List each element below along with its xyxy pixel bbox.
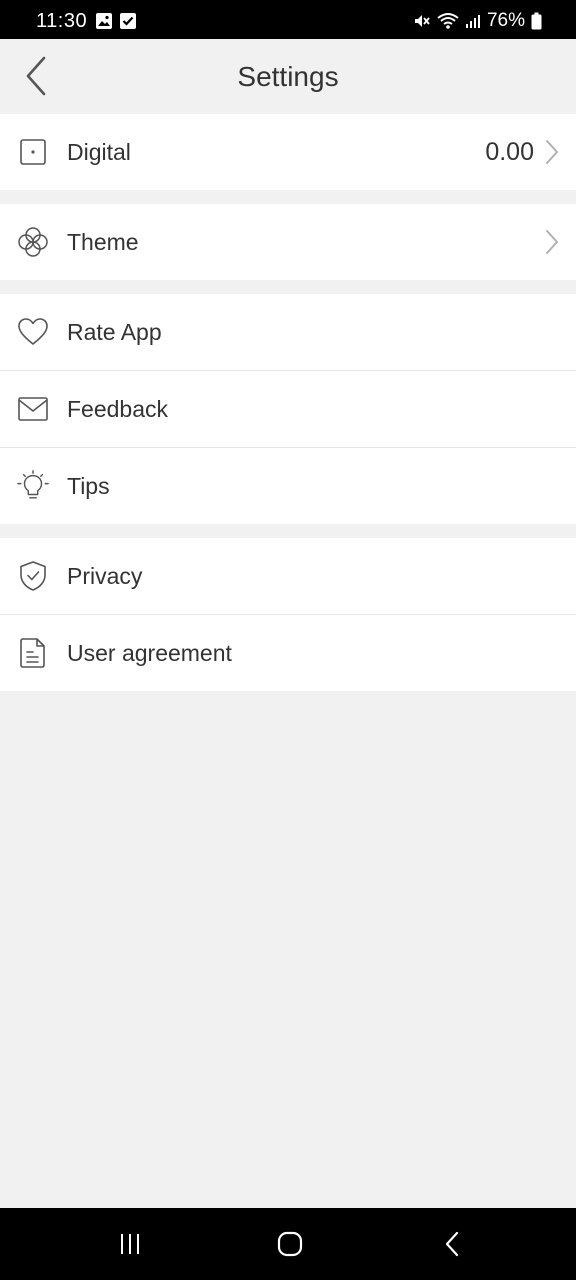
recent-apps-button[interactable] — [110, 1228, 150, 1260]
settings-row-label: Theme — [67, 228, 139, 255]
settings-group-support: Rate App Feedback Tips — [0, 294, 576, 524]
header: Settings — [0, 39, 576, 114]
settings-row-feedback[interactable]: Feedback — [0, 370, 576, 447]
mute-icon — [414, 15, 430, 27]
status-bar: 11:30 76% — [0, 0, 576, 39]
settings-row-tips[interactable]: Tips — [0, 447, 576, 524]
status-time: 11:30 — [36, 10, 88, 32]
battery-percent: 76% — [486, 10, 525, 31]
settings-row-label: Feedback — [67, 395, 169, 422]
lightbulb-icon — [16, 469, 50, 503]
settings-row-label: Tips — [67, 472, 110, 499]
settings-row-label: User agreement — [67, 639, 232, 666]
wifi-icon — [437, 13, 459, 29]
home-button[interactable] — [270, 1228, 310, 1260]
signal-icon — [465, 15, 480, 28]
system-navigation-bar — [0, 1208, 576, 1280]
page-title: Settings — [237, 61, 339, 92]
back-arrow-icon — [445, 1231, 459, 1257]
settings-group-theme: Theme — [0, 204, 576, 280]
settings-row-label: Rate App — [67, 318, 162, 345]
document-icon — [16, 636, 50, 670]
status-notification-icons — [95, 12, 137, 30]
shield-check-icon — [16, 559, 50, 593]
settings-row-privacy[interactable]: Privacy — [0, 538, 576, 614]
home-icon — [277, 1231, 303, 1257]
settings-group-digital: Digital 0.00 — [0, 114, 576, 190]
system-back-button[interactable] — [432, 1228, 472, 1260]
settings-row-rate-app[interactable]: Rate App — [0, 294, 576, 370]
settings-row-label: Digital — [67, 138, 131, 165]
settings-row-digital[interactable]: Digital 0.00 — [0, 114, 576, 190]
settings-group-legal: Privacy User agreement — [0, 538, 576, 691]
flower-icon — [16, 225, 50, 259]
settings-row-label: Privacy — [67, 562, 143, 589]
recent-apps-icon — [121, 1234, 139, 1254]
battery-icon — [531, 12, 542, 30]
square-dot-icon — [16, 135, 50, 169]
chevron-right-icon — [546, 230, 558, 254]
settings-row-user-agreement[interactable]: User agreement — [0, 614, 576, 691]
settings-row-theme[interactable]: Theme — [0, 204, 576, 280]
status-system-icons: 76% — [413, 10, 542, 32]
envelope-icon — [16, 392, 50, 426]
heart-icon — [16, 315, 50, 349]
checkbox-icon — [120, 13, 136, 29]
digital-value: 0.00 — [485, 137, 534, 166]
chevron-right-icon — [546, 140, 558, 164]
image-icon — [96, 13, 112, 29]
